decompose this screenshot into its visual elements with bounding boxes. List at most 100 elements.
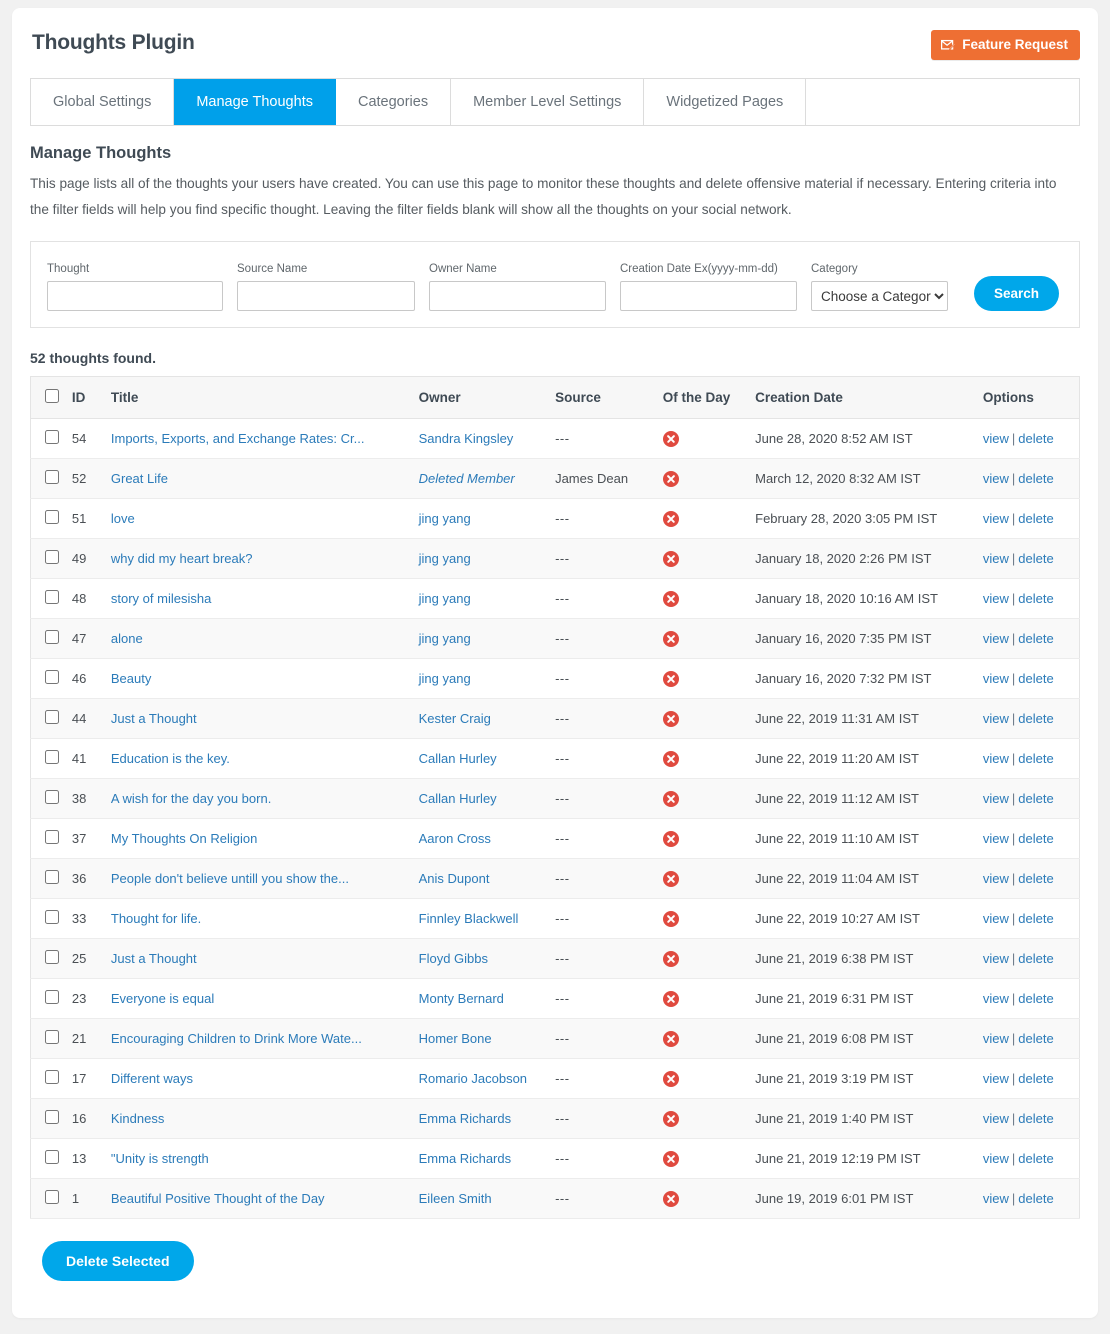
view-link[interactable]: view xyxy=(983,871,1009,886)
view-link[interactable]: view xyxy=(983,711,1009,726)
thought-title-link[interactable]: Imports, Exports, and Exchange Rates: Cr… xyxy=(111,431,365,446)
thought-title-link[interactable]: Thought for life. xyxy=(111,911,201,926)
row-checkbox[interactable] xyxy=(45,430,59,444)
thought-title-link[interactable]: Education is the key. xyxy=(111,751,230,766)
row-checkbox[interactable] xyxy=(45,670,59,684)
thought-title-link[interactable]: Just a Thought xyxy=(111,951,197,966)
delete-link[interactable]: delete xyxy=(1018,711,1053,726)
red-x-circle-icon[interactable] xyxy=(662,950,679,967)
owner-link[interactable]: jing yang xyxy=(419,591,471,606)
thought-title-link[interactable]: Encouraging Children to Drink More Wate.… xyxy=(111,1031,362,1046)
delete-link[interactable]: delete xyxy=(1018,951,1053,966)
red-x-circle-icon[interactable] xyxy=(662,550,679,567)
view-link[interactable]: view xyxy=(983,591,1009,606)
select-all-checkbox[interactable] xyxy=(45,389,59,403)
view-link[interactable]: view xyxy=(983,991,1009,1006)
owner-link[interactable]: Romario Jacobson xyxy=(419,1071,527,1086)
thought-title-link[interactable]: love xyxy=(111,511,135,526)
row-checkbox[interactable] xyxy=(45,1150,59,1164)
delete-link[interactable]: delete xyxy=(1018,671,1053,686)
row-checkbox[interactable] xyxy=(45,710,59,724)
thought-input[interactable] xyxy=(47,281,223,311)
owner-link[interactable]: Monty Bernard xyxy=(419,991,504,1006)
feature-request-button[interactable]: Feature Request xyxy=(931,30,1080,60)
delete-link[interactable]: delete xyxy=(1018,511,1053,526)
row-checkbox[interactable] xyxy=(45,470,59,484)
delete-link[interactable]: delete xyxy=(1018,991,1053,1006)
red-x-circle-icon[interactable] xyxy=(662,1110,679,1127)
red-x-circle-icon[interactable] xyxy=(662,590,679,607)
owner-link[interactable]: jing yang xyxy=(419,551,471,566)
row-checkbox[interactable] xyxy=(45,870,59,884)
owner-link[interactable]: Eileen Smith xyxy=(419,1191,492,1206)
red-x-circle-icon[interactable] xyxy=(662,1150,679,1167)
owner-link[interactable]: jing yang xyxy=(419,671,471,686)
red-x-circle-icon[interactable] xyxy=(662,750,679,767)
red-x-circle-icon[interactable] xyxy=(662,1190,679,1207)
thought-title-link[interactable]: My Thoughts On Religion xyxy=(111,831,257,846)
view-link[interactable]: view xyxy=(983,1111,1009,1126)
source-name-input[interactable] xyxy=(237,281,415,311)
view-link[interactable]: view xyxy=(983,791,1009,806)
owner-link[interactable]: Kester Craig xyxy=(419,711,491,726)
red-x-circle-icon[interactable] xyxy=(662,670,679,687)
view-link[interactable]: view xyxy=(983,1151,1009,1166)
owner-link[interactable]: Sandra Kingsley xyxy=(419,431,514,446)
row-checkbox[interactable] xyxy=(45,510,59,524)
thought-title-link[interactable]: Different ways xyxy=(111,1071,193,1086)
red-x-circle-icon[interactable] xyxy=(662,1070,679,1087)
red-x-circle-icon[interactable] xyxy=(662,910,679,927)
delete-link[interactable]: delete xyxy=(1018,1111,1053,1126)
row-checkbox[interactable] xyxy=(45,1110,59,1124)
row-checkbox[interactable] xyxy=(45,1030,59,1044)
owner-link[interactable]: Callan Hurley xyxy=(419,791,497,806)
delete-link[interactable]: delete xyxy=(1018,751,1053,766)
row-checkbox[interactable] xyxy=(45,750,59,764)
delete-link[interactable]: delete xyxy=(1018,591,1053,606)
delete-link[interactable]: delete xyxy=(1018,631,1053,646)
row-checkbox[interactable] xyxy=(45,910,59,924)
owner-link[interactable]: Finnley Blackwell xyxy=(419,911,519,926)
delete-link[interactable]: delete xyxy=(1018,791,1053,806)
tab-widgetized-pages[interactable]: Widgetized Pages xyxy=(644,79,807,125)
row-checkbox[interactable] xyxy=(45,990,59,1004)
owner-link[interactable]: Emma Richards xyxy=(419,1151,511,1166)
view-link[interactable]: view xyxy=(983,511,1009,526)
category-select[interactable]: Choose a Category xyxy=(811,281,948,311)
thought-title-link[interactable]: Beauty xyxy=(111,671,151,686)
row-checkbox[interactable] xyxy=(45,630,59,644)
red-x-circle-icon[interactable] xyxy=(662,790,679,807)
thought-title-link[interactable]: alone xyxy=(111,631,143,646)
owner-link[interactable]: Homer Bone xyxy=(419,1031,492,1046)
row-checkbox[interactable] xyxy=(45,590,59,604)
thought-title-link[interactable]: Great Life xyxy=(111,471,168,486)
thought-title-link[interactable]: Everyone is equal xyxy=(111,991,214,1006)
thought-title-link[interactable]: Beautiful Positive Thought of the Day xyxy=(111,1191,325,1206)
owner-name-input[interactable] xyxy=(429,281,606,311)
view-link[interactable]: view xyxy=(983,431,1009,446)
tab-categories[interactable]: Categories xyxy=(335,79,452,125)
red-x-circle-icon[interactable] xyxy=(662,470,679,487)
red-x-circle-icon[interactable] xyxy=(662,710,679,727)
delete-link[interactable]: delete xyxy=(1018,431,1053,446)
row-checkbox[interactable] xyxy=(45,950,59,964)
thought-title-link[interactable]: "Unity is strength xyxy=(111,1151,209,1166)
thought-title-link[interactable]: Just a Thought xyxy=(111,711,197,726)
delete-link[interactable]: delete xyxy=(1018,471,1053,486)
red-x-circle-icon[interactable] xyxy=(662,870,679,887)
thought-title-link[interactable]: A wish for the day you born. xyxy=(111,791,271,806)
owner-link[interactable]: Emma Richards xyxy=(419,1111,511,1126)
view-link[interactable]: view xyxy=(983,1031,1009,1046)
view-link[interactable]: view xyxy=(983,631,1009,646)
delete-link[interactable]: delete xyxy=(1018,1191,1053,1206)
row-checkbox[interactable] xyxy=(45,1070,59,1084)
red-x-circle-icon[interactable] xyxy=(662,630,679,647)
red-x-circle-icon[interactable] xyxy=(662,430,679,447)
thought-title-link[interactable]: story of milesisha xyxy=(111,591,211,606)
row-checkbox[interactable] xyxy=(45,790,59,804)
owner-link[interactable]: Aaron Cross xyxy=(419,831,491,846)
search-button[interactable]: Search xyxy=(974,276,1059,311)
view-link[interactable]: view xyxy=(983,831,1009,846)
view-link[interactable]: view xyxy=(983,1191,1009,1206)
red-x-circle-icon[interactable] xyxy=(662,830,679,847)
